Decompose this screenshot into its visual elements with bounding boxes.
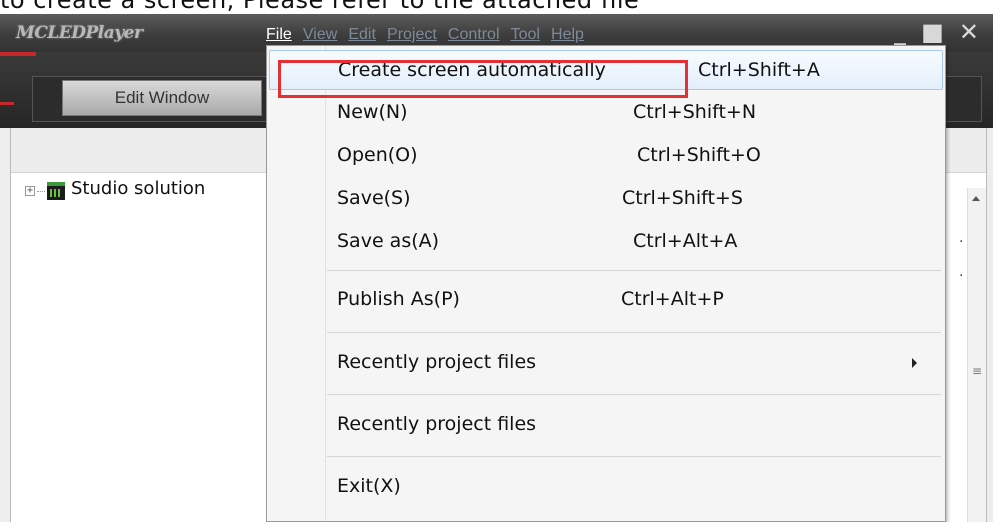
accent-line-lower: [0, 102, 14, 105]
menu-item-shortcut: Ctrl+Alt+P: [621, 288, 724, 310]
highlight-annotation-box: [278, 60, 688, 98]
expand-icon[interactable]: +: [25, 186, 35, 196]
menu-item-shortcut: Ctrl+Alt+A: [633, 230, 738, 252]
vertical-scrollbar[interactable]: ≡: [967, 188, 986, 522]
menu-item-label: Save as(A): [337, 230, 440, 252]
menu-item-exit[interactable]: Exit(X): [267, 467, 945, 507]
tree-connector: [37, 191, 45, 192]
app-title: MCLEDPlayer: [16, 23, 143, 43]
menu-item-shortcut: Ctrl+Shift+O: [637, 144, 761, 166]
menu-item-label: Recently project files: [337, 351, 537, 373]
menu-item-new[interactable]: New(N) Ctrl+Shift+N: [267, 93, 945, 133]
menu-bar: File View Edit Project Control Tool Help: [266, 24, 590, 46]
menu-file[interactable]: File: [266, 26, 292, 44]
menu-item-label: New(N): [337, 101, 408, 123]
menu-separator: [327, 456, 941, 457]
clipped-caption-text: to create a screen, Please refer to the …: [0, 0, 640, 14]
menu-item-open[interactable]: Open(O) Ctrl+Shift+O: [267, 136, 945, 176]
menu-separator: [327, 394, 941, 395]
menu-item-recent-files-submenu[interactable]: Recently project files: [267, 343, 945, 383]
edge-marker-icon: ·: [959, 268, 964, 284]
submenu-arrow-icon: [912, 358, 917, 368]
menu-item-recent-files[interactable]: Recently project files: [267, 405, 945, 445]
menu-item-label: Exit(X): [337, 475, 401, 497]
menu-tool[interactable]: Tool: [511, 26, 540, 44]
menu-item-label: Recently project files: [337, 413, 537, 435]
maximize-button[interactable]: ■: [921, 18, 944, 46]
menu-project[interactable]: Project: [387, 26, 437, 44]
menu-item-shortcut: Ctrl+Shift+S: [622, 187, 743, 209]
menu-item-save[interactable]: Save(S) Ctrl+Shift+S: [267, 179, 945, 219]
menu-item-save-as[interactable]: Save as(A) Ctrl+Alt+A: [267, 222, 945, 262]
edge-marker-icon: ·: [959, 234, 964, 250]
menu-item-shortcut: Ctrl+Shift+A: [698, 59, 820, 81]
menu-control[interactable]: Control: [448, 26, 500, 44]
window-controls: _ ■ ✕: [884, 18, 979, 46]
menu-edit[interactable]: Edit: [348, 26, 376, 44]
scroll-grip-icon[interactable]: ≡: [972, 364, 982, 378]
menu-help[interactable]: Help: [551, 26, 584, 44]
menu-separator: [327, 270, 941, 271]
menu-item-publish-as[interactable]: Publish As(P) Ctrl+Alt+P: [267, 280, 945, 320]
tree-item-label: Studio solution: [71, 178, 206, 199]
menu-item-label: Open(O): [337, 144, 418, 166]
edit-window-tab[interactable]: Edit Window: [62, 80, 262, 116]
menu-separator: [327, 332, 941, 333]
file-menu-dropdown: Create screen automatically Ctrl+Shift+A…: [266, 45, 946, 522]
menu-view[interactable]: View: [303, 26, 337, 44]
close-button[interactable]: ✕: [959, 18, 979, 46]
accent-line: [0, 52, 36, 56]
menu-item-label: Publish As(P): [337, 288, 460, 310]
minimize-button[interactable]: _: [894, 18, 906, 46]
scroll-up-icon[interactable]: [972, 196, 980, 201]
studio-solution-icon: [47, 182, 65, 200]
menu-item-label: Save(S): [337, 187, 411, 209]
menu-item-shortcut: Ctrl+Shift+N: [633, 101, 757, 123]
